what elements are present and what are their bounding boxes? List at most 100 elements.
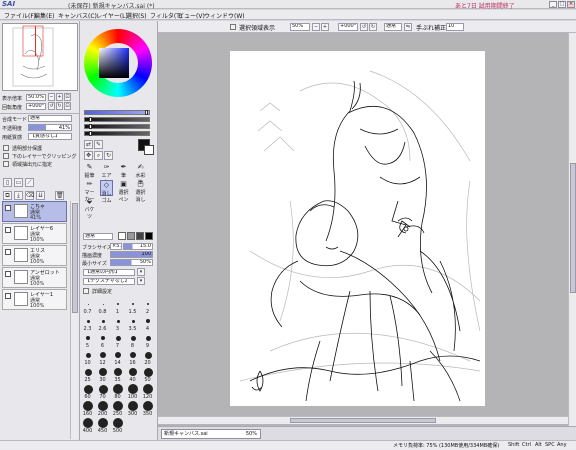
menu-file[interactable]: ファイル(F)	[4, 11, 36, 20]
maximize-button[interactable]: □	[558, 1, 566, 8]
tool-bucket[interactable]: ⬙ バケツ	[83, 197, 96, 220]
tool-airbrush[interactable]: ✑エアブラシ	[100, 163, 113, 193]
brush-size-preset[interactable]: 0.8	[96, 299, 110, 315]
brush-size-preset[interactable]: 16	[126, 350, 140, 366]
brush-size-preset[interactable]: 25	[81, 367, 95, 383]
menu-canvas[interactable]: キャンバス(C)	[58, 11, 97, 20]
clip-checkbox[interactable]	[3, 153, 9, 159]
rotate-tool-icon[interactable]: ↻	[104, 151, 113, 160]
edge-hardness-4[interactable]	[145, 232, 153, 240]
rotate-right-icon[interactable]: ↻	[369, 23, 377, 31]
brush-size-preset[interactable]: 2.6	[96, 316, 110, 332]
layer-scrollbar[interactable]	[70, 201, 78, 439]
layer-item[interactable]: こちゃ 通常 41%	[2, 201, 67, 222]
selection-display-checkbox[interactable]	[230, 24, 236, 30]
view-mode-select[interactable]: 通常	[384, 23, 402, 31]
brush-size-preset[interactable]: 35	[111, 367, 125, 383]
edge-hardness-2[interactable]	[127, 232, 135, 240]
brush-mode-select[interactable]: 通常	[83, 233, 113, 240]
layer-item[interactable]: エリス 通常 100%	[2, 245, 67, 266]
brush-size-preset[interactable]: 3	[111, 316, 125, 332]
visibility-toggle[interactable]	[5, 293, 11, 299]
tool-brush[interactable]: ✒ 筆	[117, 163, 130, 179]
brush-texture-select[interactable]: 【テクスチャなし】	[83, 278, 135, 285]
edge-hardness-1[interactable]	[118, 232, 126, 240]
tool-watercolor[interactable]: ✍ 水彩筆	[134, 163, 147, 186]
layer-scroll-thumb[interactable]	[72, 203, 78, 313]
new-set-icon[interactable]: ▭	[14, 178, 23, 187]
stabilizer-select[interactable]: 10	[446, 23, 464, 31]
brush-size-preset[interactable]: 20	[141, 350, 155, 366]
shape-settings-icon[interactable]: ▾	[137, 268, 145, 276]
protect-alpha-checkbox[interactable]	[3, 145, 9, 151]
detail-settings-checkbox[interactable]	[83, 288, 89, 294]
menu-window[interactable]: ウィンドウ(W)	[204, 11, 245, 20]
opacity-slider[interactable]: 41%	[28, 124, 72, 131]
new-layer-icon[interactable]: ▯	[3, 178, 12, 187]
brush-size-preset[interactable]: 160	[81, 401, 95, 417]
zoom-field[interactable]: 50.0%	[26, 94, 46, 101]
brush-size-preset[interactable]: 60	[81, 384, 95, 400]
brush-size-preset[interactable]: 450	[96, 418, 110, 434]
brush-size-preset[interactable]: 400	[81, 418, 95, 434]
brush-size-preset[interactable]: 6	[96, 333, 110, 349]
brush-size-preset[interactable]: 30	[96, 367, 110, 383]
zoom-tool-icon[interactable]: ⌕	[94, 151, 103, 160]
layer-item[interactable]: レイヤー1 通常 100%	[2, 289, 67, 310]
brush-size-preset[interactable]: 120	[141, 384, 155, 400]
brush-size-preset[interactable]: 50	[141, 367, 155, 383]
brush-size-preset[interactable]: 200	[96, 401, 110, 417]
saturation-slider[interactable]	[84, 117, 150, 122]
brush-size-preset[interactable]: 1.5	[126, 299, 140, 315]
tool-eraser[interactable]: ◇ 消しゴム	[100, 180, 113, 204]
brush-size-preset[interactable]: 40	[126, 367, 140, 383]
tool-select-pen[interactable]: ▣ 選択ペン	[117, 180, 130, 203]
zoom-reset-icon[interactable]: ⊡	[64, 93, 71, 101]
brush-size-multiplier[interactable]: ×5.0	[110, 243, 122, 250]
canvas-paper[interactable]	[230, 51, 485, 406]
brush-size-preset[interactable]: 500	[111, 418, 125, 434]
view-zoom-select[interactable]: 50%	[290, 23, 310, 31]
saturation-value-square[interactable]	[99, 48, 129, 78]
visibility-toggle[interactable]	[5, 205, 11, 211]
brush-size-preset[interactable]: 3.5	[126, 316, 140, 332]
copy-layer-icon[interactable]: ⧉	[3, 191, 12, 200]
density-slider[interactable]: 100	[110, 251, 153, 258]
visibility-toggle[interactable]	[5, 271, 11, 277]
brush-size-preset[interactable]: 4	[141, 316, 155, 332]
brush-size-preset[interactable]: 5	[81, 333, 95, 349]
visibility-toggle[interactable]	[5, 249, 11, 255]
min-size-slider[interactable]: 50%	[110, 259, 153, 266]
canvas-hscroll-thumb[interactable]	[290, 418, 436, 423]
tool-pencil[interactable]: ✎ 鉛筆	[83, 163, 96, 179]
clear-layer-icon[interactable]: ⌫	[25, 191, 34, 200]
brush-size-preset[interactable]: 9	[141, 333, 155, 349]
merge-visible-icon[interactable]: ⇊	[36, 191, 45, 200]
document-tab[interactable]: 新規キャンバス.sai 50%	[161, 429, 261, 439]
texture-settings-icon[interactable]: ▾	[137, 277, 145, 285]
merge-down-icon[interactable]: ⤓	[14, 191, 23, 200]
canvas-vscroll-thumb[interactable]	[570, 163, 576, 293]
selection-source-checkbox[interactable]	[3, 161, 9, 167]
brush-size-preset[interactable]: 1	[111, 299, 125, 315]
rotate-left-icon[interactable]: ↺	[360, 23, 368, 31]
brush-size-preset[interactable]: 7	[111, 333, 125, 349]
minimize-button[interactable]: _	[549, 1, 557, 8]
canvas-vscrollbar[interactable]	[568, 33, 576, 426]
brush-size-preset[interactable]: 14	[111, 350, 125, 366]
move-tool-icon[interactable]: ✥	[84, 151, 93, 160]
layer-item[interactable]: レイヤー6 通常 100%	[2, 223, 67, 244]
zoom-out-icon[interactable]: −	[48, 93, 55, 101]
menu-edit[interactable]: 編集(E)	[34, 11, 54, 20]
new-linework-icon[interactable]: ⟋	[25, 178, 34, 187]
blend-mode-select[interactable]: 通常	[28, 115, 72, 122]
hue-slider[interactable]	[84, 110, 150, 115]
brush-size-preset[interactable]: 70	[96, 384, 110, 400]
menu-layer[interactable]: レイヤー(L)	[96, 11, 128, 20]
rotate-right-icon[interactable]: ↻	[56, 102, 63, 110]
flip-view-icon[interactable]: ⇋	[404, 23, 412, 31]
brush-size-preset[interactable]: 2	[141, 299, 155, 315]
brush-size-preset[interactable]: 2.3	[81, 316, 95, 332]
paper-texture-select[interactable]: 【質感なし】	[28, 133, 72, 140]
visibility-toggle[interactable]	[5, 227, 11, 233]
